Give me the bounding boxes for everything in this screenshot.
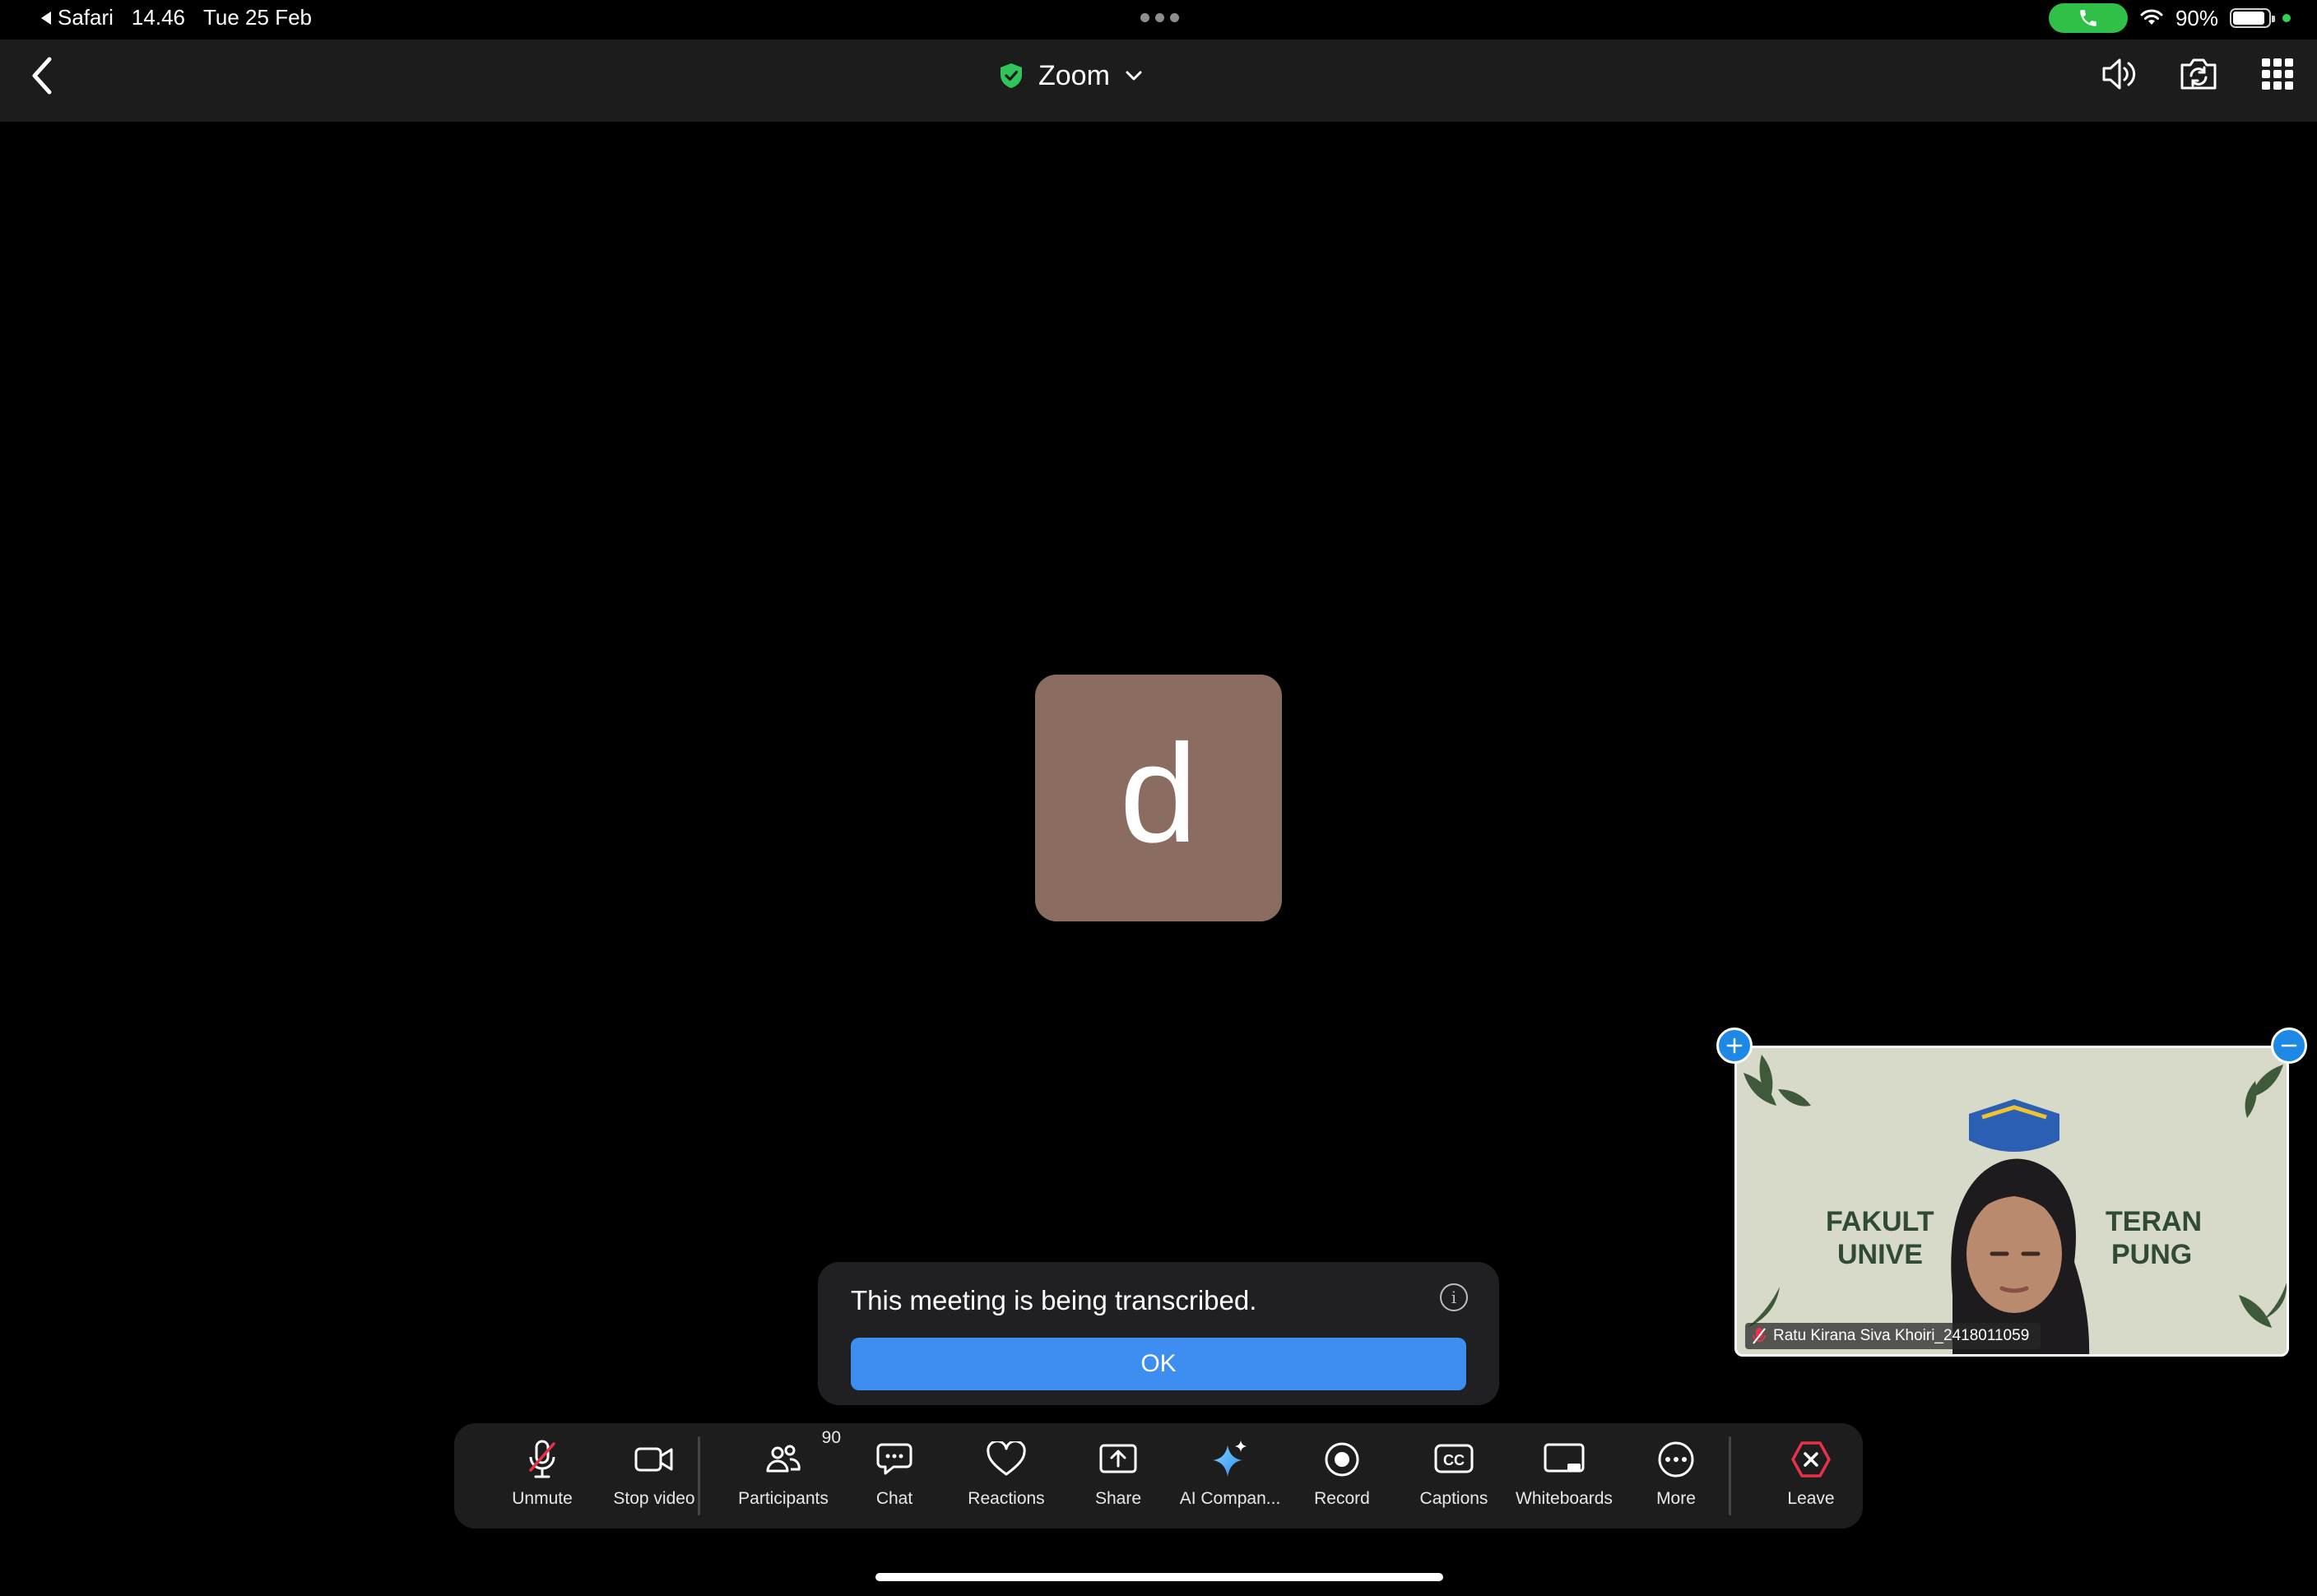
chat-label: Chat [875, 1489, 913, 1508]
shield-check-icon [1001, 63, 1022, 88]
chat-icon [876, 1443, 912, 1475]
back-button[interactable] [23, 51, 61, 100]
bg-text-right-1: TERAN [2106, 1206, 2202, 1237]
participants-label: Participants [738, 1489, 829, 1508]
share-screen-icon [1099, 1444, 1137, 1473]
meeting-title: Zoom [1038, 59, 1110, 91]
gallery-view-button[interactable] [2258, 54, 2297, 94]
video-camera-icon [634, 1447, 673, 1472]
ai-sparkle-icon [1213, 1441, 1247, 1477]
record-label: Record [1314, 1489, 1370, 1508]
leave-hexagon-icon [1791, 1441, 1831, 1478]
self-view-name-tag: Ratu Kirana Siva Khoiri_2418011059 [1745, 1323, 2041, 1349]
captions-label: Captions [1419, 1489, 1488, 1508]
status-bar: Safari 14.46 Tue 25 Feb 90% [0, 0, 2317, 39]
unmute-label: Unmute [512, 1489, 573, 1508]
bg-text-left-1: FAKULT [1826, 1206, 1934, 1237]
ai-companion-label: AI Compan... [1179, 1489, 1281, 1508]
chevron-down-icon [1126, 71, 1142, 81]
speaker-icon [2102, 58, 2136, 90]
speaker-button[interactable] [2100, 54, 2139, 94]
back-app-label: Safari [58, 5, 114, 30]
participants-button[interactable]: 90 Participants [713, 1428, 853, 1520]
mic-off-icon [529, 1440, 555, 1478]
transcription-notice: This meeting is being transcribed. i OK [818, 1262, 1499, 1405]
status-time: 14.46 [131, 5, 185, 30]
virtual-background-image: FAKULT UNIVE TERAN PUNG [1737, 1048, 2287, 1354]
meeting-title-button[interactable]: Zoom [999, 54, 1143, 97]
battery-icon [2230, 8, 2275, 28]
minimize-self-view-button[interactable] [2271, 1028, 2307, 1064]
participants-icon [766, 1445, 801, 1473]
share-button[interactable]: Share [1065, 1435, 1172, 1520]
more-dots-icon [1658, 1441, 1694, 1478]
home-indicator[interactable] [875, 1573, 1443, 1581]
transcription-message: This meeting is being transcribed. [851, 1285, 1257, 1315]
bg-text-right-2: PUNG [2111, 1239, 2192, 1270]
bg-text-left-2: UNIVE [1837, 1239, 1923, 1270]
back-triangle-icon [41, 11, 51, 25]
captions-button[interactable]: CC Captions [1400, 1435, 1507, 1520]
info-icon[interactable]: i [1440, 1283, 1468, 1311]
meeting-toolbar: Unmute Stop video 90 Participants Chat R… [454, 1423, 1863, 1529]
back-to-app-link[interactable]: Safari [41, 5, 114, 30]
ai-companion-button[interactable]: AI Compan... [1177, 1435, 1284, 1520]
whiteboards-button[interactable]: Whiteboards [1502, 1435, 1626, 1520]
self-view-name: Ratu Kirana Siva Khoiri_2418011059 [1773, 1327, 2030, 1344]
battery-percent: 90% [2175, 5, 2218, 30]
whiteboards-label: Whiteboards [1516, 1489, 1613, 1508]
multitasking-dots-icon[interactable] [1140, 13, 1179, 22]
ok-button[interactable]: OK [851, 1338, 1466, 1390]
plus-icon [1726, 1037, 1743, 1054]
top-nav: Zoom [0, 39, 2317, 122]
leave-button[interactable]: Leave [1757, 1435, 1864, 1520]
grid-icon [2262, 58, 2293, 90]
cc-icon-text: CC [1443, 1452, 1465, 1468]
reactions-label: Reactions [968, 1489, 1045, 1508]
whiteboard-icon [1544, 1443, 1585, 1473]
share-label: Share [1094, 1489, 1142, 1508]
record-icon [1325, 1442, 1359, 1477]
minus-icon [2281, 1044, 2297, 1047]
participants-count: 90 [821, 1428, 841, 1447]
back-chevron-icon [32, 57, 52, 95]
more-button[interactable]: More [1623, 1435, 1730, 1520]
self-view-video[interactable]: FAKULT UNIVE TERAN PUNG Ratu Kirana Siva… [1734, 1046, 2289, 1357]
participant-avatar[interactable]: d [1035, 675, 1282, 921]
stop-video-label: Stop video [613, 1489, 695, 1508]
more-label: More [1656, 1489, 1696, 1508]
expand-self-view-button[interactable] [1716, 1028, 1753, 1064]
record-button[interactable]: Record [1289, 1435, 1395, 1520]
muted-mic-icon [1753, 1328, 1766, 1344]
active-call-pill[interactable] [2048, 3, 2128, 33]
switch-camera-button[interactable] [2179, 54, 2218, 94]
stop-video-button[interactable]: Stop video [601, 1435, 708, 1520]
wifi-icon [2140, 9, 2163, 25]
avatar-initial: d [1119, 716, 1198, 872]
reactions-button[interactable]: Reactions [953, 1435, 1060, 1520]
phone-icon [2080, 10, 2096, 26]
heart-icon [987, 1441, 1026, 1476]
status-date: Tue 25 Feb [203, 5, 313, 30]
camera-flip-icon [2180, 58, 2217, 90]
leave-label: Leave [1787, 1489, 1835, 1508]
chat-button[interactable]: Chat [841, 1435, 948, 1520]
closed-captions-icon: CC [1434, 1444, 1474, 1473]
unmute-button[interactable]: Unmute [489, 1435, 596, 1520]
mic-in-use-indicator [2282, 14, 2291, 22]
toolbar-separator [698, 1436, 700, 1515]
toolbar-separator [1729, 1436, 1731, 1515]
